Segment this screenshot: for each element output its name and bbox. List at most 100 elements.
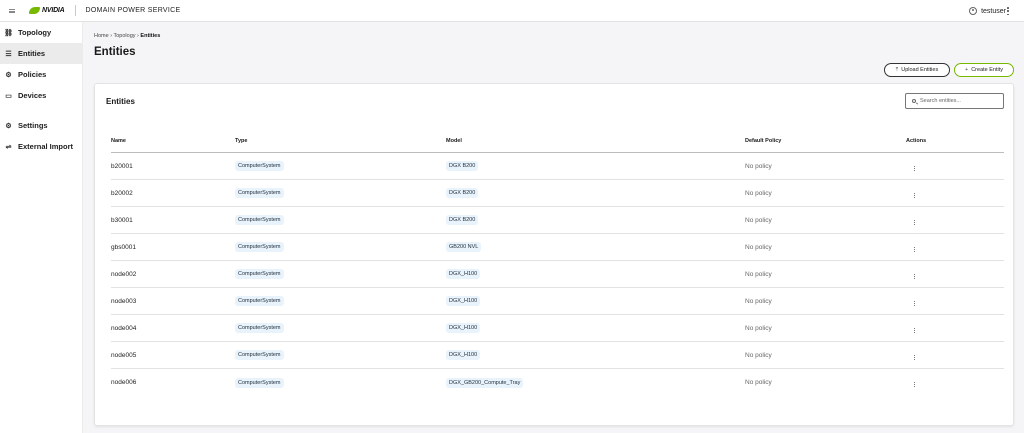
- type-chip: ComputerSystem: [235, 323, 284, 333]
- breadcrumb-home[interactable]: Home: [94, 33, 109, 39]
- table-row[interactable]: node005 ComputerSystem DGX_H100 No polic…: [111, 342, 1004, 369]
- entity-name[interactable]: node003: [111, 298, 235, 305]
- search-box[interactable]: [905, 93, 1004, 109]
- entity-name[interactable]: gbs0001: [111, 244, 235, 251]
- breadcrumb: Home › Topology › Entities: [94, 33, 160, 39]
- entity-name[interactable]: b20001: [111, 163, 235, 170]
- row-actions-icon[interactable]: [914, 165, 916, 171]
- create-entity-button[interactable]: + Create Entity: [954, 63, 1014, 77]
- row-actions-icon[interactable]: [914, 246, 916, 252]
- model-chip: DGX B200: [446, 215, 479, 225]
- type-chip: ComputerSystem: [235, 242, 284, 252]
- sidebar-item-label: Policies: [18, 70, 47, 79]
- device-icon: ▭: [5, 92, 12, 100]
- table-row[interactable]: node003 ComputerSystem DGX_H100 No polic…: [111, 288, 1004, 315]
- model-chip: DGX_H100: [446, 296, 481, 306]
- table-row[interactable]: node002 ComputerSystem DGX_H100 No polic…: [111, 261, 1004, 288]
- brand-name: NVIDIA: [42, 7, 65, 14]
- header-divider: [74, 5, 76, 16]
- column-header-actions: Actions: [906, 137, 927, 144]
- column-header-default-policy[interactable]: Default Policy: [745, 138, 906, 144]
- row-actions-icon[interactable]: [914, 382, 916, 387]
- sidebar-item-devices[interactable]: ▭ Devices: [0, 85, 82, 106]
- table-row[interactable]: gbs0001 ComputerSystem GB200 NVL No poli…: [111, 234, 1004, 261]
- user-menu[interactable]: testuser: [969, 0, 1006, 22]
- model-chip: DGX_H100: [446, 269, 481, 279]
- sidebar-item-policies[interactable]: ⚙ Policies: [0, 64, 82, 85]
- type-chip: ComputerSystem: [235, 161, 284, 171]
- plus-icon: +: [964, 67, 969, 73]
- model-chip: DGX_H100: [446, 350, 481, 360]
- search-input[interactable]: [920, 98, 1000, 104]
- breadcrumb-separator: ›: [137, 33, 139, 39]
- sidebar-item-entities[interactable]: ☰ Entities: [0, 43, 82, 64]
- row-actions-icon[interactable]: [914, 219, 916, 225]
- entities-card: Entities Name Type Model Default Policy …: [94, 83, 1014, 426]
- app-title: DOMAIN POWER SERVICE: [85, 7, 181, 14]
- row-actions-icon[interactable]: [914, 273, 916, 279]
- sidebar-item-label: Entities: [18, 49, 46, 58]
- entity-name[interactable]: node006: [111, 379, 235, 386]
- model-chip: DGX_GB200_Compute_Tray: [446, 377, 524, 388]
- upload-icon: ⤒: [895, 66, 899, 73]
- sidebar-item-topology[interactable]: ⛓ Topology: [0, 22, 82, 43]
- sidebar-item-label: Devices: [18, 91, 47, 100]
- entity-name[interactable]: b20002: [111, 190, 235, 197]
- row-actions-icon[interactable]: [914, 327, 916, 333]
- default-policy: No policy: [745, 216, 772, 224]
- table-row[interactable]: node004 ComputerSystem DGX_H100 No polic…: [111, 315, 1004, 342]
- page-title: Entities: [94, 46, 136, 58]
- default-policy: No policy: [745, 351, 772, 359]
- column-header-type[interactable]: Type: [235, 138, 446, 144]
- row-actions-icon[interactable]: [914, 300, 916, 306]
- main-content: Home › Topology › Entities Entities ⤒ Up…: [84, 22, 1024, 433]
- breadcrumb-separator: ›: [110, 33, 113, 39]
- breadcrumb-topology[interactable]: Topology: [113, 33, 135, 39]
- table-row[interactable]: node006 ComputerSystem DGX_GB200_Compute…: [111, 369, 1004, 396]
- create-entity-label: Create Entity: [971, 67, 1003, 73]
- type-chip: ComputerSystem: [235, 350, 284, 360]
- entity-name[interactable]: node005: [111, 352, 235, 359]
- row-actions-icon[interactable]: [914, 192, 916, 198]
- nvidia-eye-icon: [29, 7, 40, 14]
- server-icon: ☰: [5, 50, 12, 58]
- card-title: Entities: [106, 97, 135, 106]
- type-chip: ComputerSystem: [235, 296, 284, 306]
- column-header-name[interactable]: Name: [111, 138, 235, 144]
- entities-table: Name Type Model Default Policy Actions b…: [111, 129, 1004, 396]
- type-chip: ComputerSystem: [235, 188, 284, 198]
- default-policy: No policy: [745, 324, 772, 332]
- row-actions-icon[interactable]: [914, 354, 916, 360]
- type-chip: ComputerSystem: [235, 215, 284, 225]
- type-chip: ComputerSystem: [235, 269, 284, 279]
- model-chip: DGX B200: [446, 161, 479, 171]
- entity-name[interactable]: node004: [111, 325, 235, 332]
- model-chip: DGX B200: [446, 188, 479, 198]
- entity-name[interactable]: node002: [111, 271, 235, 278]
- default-policy: No policy: [745, 379, 772, 386]
- table-row[interactable]: b20001 ComputerSystem DGX B200 No policy: [111, 153, 1004, 180]
- table-header: Name Type Model Default Policy Actions: [111, 129, 1004, 153]
- hamburger-menu-icon[interactable]: [9, 8, 15, 13]
- default-policy: No policy: [745, 162, 772, 170]
- column-header-model[interactable]: Model: [446, 138, 745, 144]
- default-policy: No policy: [745, 297, 772, 305]
- topology-icon: ⛓: [4, 29, 13, 37]
- upload-entities-label: Upload Entities: [901, 67, 939, 73]
- upload-entities-button[interactable]: ⤒ Upload Entities: [884, 63, 950, 77]
- sidebar-item-settings[interactable]: ⚙ Settings: [0, 115, 82, 136]
- default-policy: No policy: [745, 243, 772, 251]
- model-chip: DGX_H100: [446, 323, 481, 333]
- sidebar-item-external-import[interactable]: ⇌ External Import: [0, 136, 82, 157]
- more-options-icon[interactable]: [1007, 7, 1009, 15]
- user-icon: [969, 7, 978, 15]
- table-row[interactable]: b20002 ComputerSystem DGX B200 No policy: [111, 180, 1004, 207]
- entity-name[interactable]: b30001: [111, 217, 235, 224]
- top-bar: NVIDIA DOMAIN POWER SERVICE testuser: [0, 0, 1024, 22]
- username: testuser: [981, 7, 1006, 15]
- policy-icon: ⚙: [5, 71, 12, 79]
- table-row[interactable]: b30001 ComputerSystem DGX B200 No policy: [111, 207, 1004, 234]
- sidebar-item-label: External Import: [18, 142, 74, 151]
- sidebar-item-label: Settings: [18, 121, 48, 130]
- import-icon: ⇌: [5, 143, 12, 151]
